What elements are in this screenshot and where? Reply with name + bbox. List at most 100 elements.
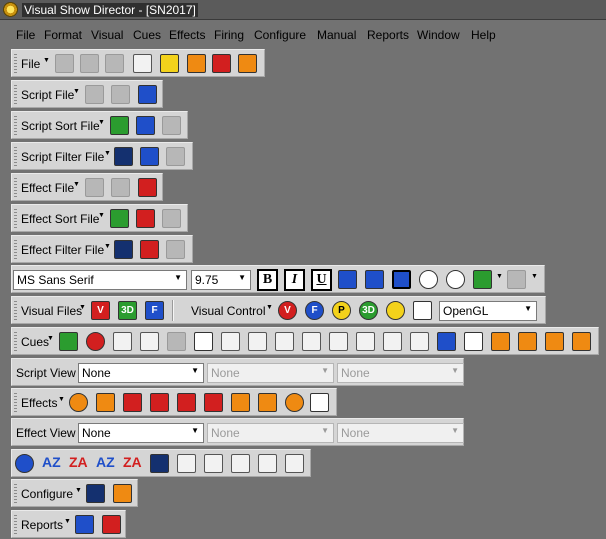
- visual-control-v-icon[interactable]: V: [278, 301, 297, 320]
- toolbar-grip[interactable]: [14, 240, 17, 259]
- eye-open-icon[interactable]: [419, 270, 438, 289]
- report-icon[interactable]: [75, 515, 94, 534]
- chevron-down-icon[interactable]: ▼: [75, 487, 82, 494]
- menu-window[interactable]: Window: [417, 28, 460, 42]
- printer-icon[interactable]: [138, 85, 157, 104]
- toolbar-grip[interactable]: [14, 209, 17, 228]
- copy-icon[interactable]: [166, 147, 185, 166]
- sort-az-icon[interactable]: AZ: [96, 454, 115, 470]
- menu-format[interactable]: Format: [44, 28, 82, 42]
- open-folder-icon[interactable]: [105, 54, 124, 73]
- script-sort-file-label[interactable]: Script Sort File: [21, 119, 100, 133]
- sort-down-icon[interactable]: [136, 209, 155, 228]
- copy-icon[interactable]: [177, 454, 196, 473]
- bold-button[interactable]: B: [257, 269, 278, 291]
- insert-cue-icon[interactable]: [329, 332, 348, 351]
- copy-icon[interactable]: [140, 332, 159, 351]
- new-file-icon[interactable]: [80, 54, 99, 73]
- magnet-icon[interactable]: [518, 332, 537, 351]
- tools-icon[interactable]: [212, 54, 231, 73]
- underline-button[interactable]: U: [311, 269, 332, 291]
- chevron-down-icon[interactable]: ▼: [496, 273, 503, 280]
- new-file-icon[interactable]: [85, 85, 104, 104]
- effect-document-icon[interactable]: [150, 393, 169, 412]
- toolbar-grip[interactable]: [14, 484, 17, 503]
- copy-icon[interactable]: [166, 240, 185, 259]
- paste-icon[interactable]: [204, 454, 223, 473]
- configure-label[interactable]: Configure: [21, 487, 73, 501]
- effect-document-icon[interactable]: [96, 393, 115, 412]
- menu-help[interactable]: Help: [471, 28, 496, 42]
- menu-cues[interactable]: Cues: [133, 28, 161, 42]
- chevron-down-icon[interactable]: ▼: [98, 119, 105, 126]
- font-size-select[interactable]: 9.75 ▼: [191, 270, 251, 290]
- paste-icon[interactable]: [167, 332, 186, 351]
- report-icon[interactable]: [102, 515, 121, 534]
- traffic-light-icon[interactable]: [59, 332, 78, 351]
- shield-icon[interactable]: [572, 332, 591, 351]
- eye-closed-icon[interactable]: [446, 270, 465, 289]
- script-filter-file-label[interactable]: Script Filter File: [21, 150, 104, 164]
- chevron-down-icon[interactable]: ▼: [58, 396, 65, 403]
- search-icon[interactable]: [310, 393, 329, 412]
- chevron-down-icon[interactable]: ▼: [43, 57, 50, 64]
- open-folder-icon[interactable]: [111, 178, 130, 197]
- filter-print-icon[interactable]: [140, 147, 159, 166]
- toolbar-grip[interactable]: [14, 85, 17, 104]
- toolbar-grip[interactable]: [14, 147, 17, 166]
- new-file-icon[interactable]: [55, 54, 74, 73]
- visual-control-3d-icon[interactable]: 3D: [359, 301, 378, 320]
- filter-print-icon[interactable]: [140, 240, 159, 259]
- effect-document-icon[interactable]: [177, 393, 196, 412]
- font-color-icon[interactable]: [507, 270, 526, 289]
- sum-icon[interactable]: [231, 393, 250, 412]
- effect-filter-file-label[interactable]: Effect Filter File: [21, 243, 104, 257]
- renderer-select[interactable]: OpenGL ▼: [439, 301, 537, 321]
- printer-icon[interactable]: [160, 54, 179, 73]
- chevron-down-icon[interactable]: ▼: [104, 243, 111, 250]
- insert-cue-icon[interactable]: [221, 332, 240, 351]
- menu-manual[interactable]: Manual: [317, 28, 356, 42]
- refresh-icon[interactable]: [86, 332, 105, 351]
- document-icon[interactable]: [231, 454, 250, 473]
- toolbar-grip[interactable]: [14, 116, 17, 135]
- toolbar-grip[interactable]: [14, 515, 17, 534]
- toolbar-grip[interactable]: [14, 54, 17, 73]
- visual-file-3d-icon[interactable]: 3D: [118, 301, 137, 320]
- toolbar-grip[interactable]: [14, 301, 17, 320]
- chevron-down-icon[interactable]: ▼: [104, 150, 111, 157]
- waveform-icon[interactable]: [413, 301, 432, 320]
- insert-cue-icon[interactable]: [302, 332, 321, 351]
- open-folder-icon[interactable]: [111, 85, 130, 104]
- filter-icon[interactable]: [114, 240, 133, 259]
- check-icon[interactable]: [545, 332, 564, 351]
- copy-icon[interactable]: [162, 116, 181, 135]
- sort-za-icon[interactable]: ZA: [123, 454, 142, 470]
- visual-files-label[interactable]: Visual Files: [21, 304, 82, 318]
- toolbar-grip[interactable]: [14, 332, 17, 351]
- sort-up-icon[interactable]: [110, 116, 129, 135]
- menu-firing[interactable]: Firing: [214, 28, 244, 42]
- chevron-down-icon[interactable]: ▼: [73, 181, 80, 188]
- audio-wave-icon[interactable]: [113, 484, 132, 503]
- refresh-icon[interactable]: [15, 454, 34, 473]
- effect-wizard-icon[interactable]: [69, 393, 88, 412]
- search-icon[interactable]: [464, 332, 483, 351]
- menu-file[interactable]: File: [16, 28, 35, 42]
- menu-configure[interactable]: Configure: [254, 28, 306, 42]
- document-check-icon[interactable]: [285, 454, 304, 473]
- binoculars-icon[interactable]: [150, 454, 169, 473]
- effect-view-select-1[interactable]: None ▼: [78, 423, 204, 443]
- document-icon[interactable]: [187, 54, 206, 73]
- menu-visual[interactable]: Visual: [91, 28, 123, 42]
- italic-button[interactable]: I: [284, 269, 305, 291]
- chevron-down-icon[interactable]: ▼: [266, 304, 273, 311]
- chevron-down-icon[interactable]: ▼: [79, 304, 86, 311]
- visual-control-label[interactable]: Visual Control: [191, 304, 265, 318]
- menu-reports[interactable]: Reports: [367, 28, 409, 42]
- insert-cue-icon[interactable]: [275, 332, 294, 351]
- copy-icon[interactable]: [162, 209, 181, 228]
- sparkle-icon[interactable]: [238, 54, 257, 73]
- sort-az-icon[interactable]: AZ: [42, 454, 61, 470]
- document-list-icon[interactable]: [113, 332, 132, 351]
